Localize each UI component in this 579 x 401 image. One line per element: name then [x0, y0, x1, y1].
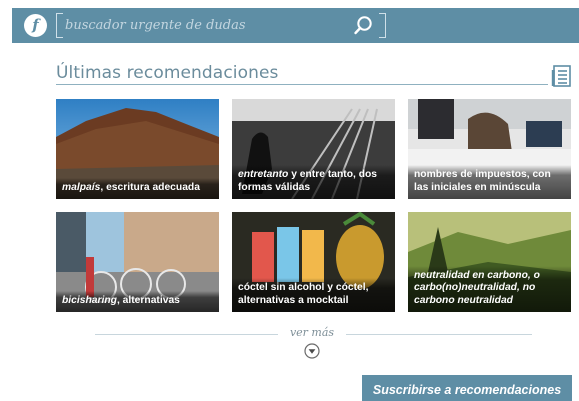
subscribe-button[interactable]: Suscribirse a recomendaciones	[362, 375, 572, 401]
recommendation-card[interactable]: neutralidad en carbono, o carbo(no)neutr…	[408, 212, 571, 312]
card-caption: nombres de impuestos, con las iniciales …	[408, 165, 571, 199]
card-caption: entretanto y entre tanto, dos formas vál…	[232, 165, 395, 199]
divider-left	[95, 334, 278, 335]
section-divider	[56, 84, 548, 85]
card-caption: neutralidad en carbono, o carbo(no)neutr…	[408, 265, 571, 312]
divider-right	[346, 334, 532, 335]
recommendation-card[interactable]: bicisharing, alternativas	[56, 212, 219, 312]
more-link[interactable]: ver más	[280, 326, 344, 339]
recommendation-card[interactable]: entretanto y entre tanto, dos formas vál…	[232, 99, 395, 199]
search-input[interactable]	[65, 15, 335, 36]
logo[interactable]: f	[24, 14, 47, 37]
recommendation-card[interactable]: nombres de impuestos, con las iniciales …	[408, 99, 571, 199]
logo-letter: f	[32, 16, 39, 34]
recommendation-card[interactable]: malpaís, escritura adecuada	[56, 99, 219, 199]
recommendation-card[interactable]: cóctel sin alcohol y cóctel, alternativa…	[232, 212, 395, 312]
search-bracket-left	[56, 13, 63, 38]
rss-doc-icon[interactable]	[551, 65, 571, 87]
card-caption: cóctel sin alcohol y cóctel, alternativa…	[232, 278, 395, 312]
search-icon[interactable]	[352, 15, 374, 36]
section-title: Últimas recomendaciones	[56, 63, 279, 83]
chevron-down-circle-icon[interactable]	[304, 343, 320, 359]
top-search-bar: f	[12, 8, 579, 43]
card-caption: malpaís, escritura adecuada	[56, 177, 219, 199]
search-bracket-right	[379, 13, 386, 38]
search-box	[56, 13, 386, 38]
card-caption: bicisharing, alternativas	[56, 290, 219, 312]
